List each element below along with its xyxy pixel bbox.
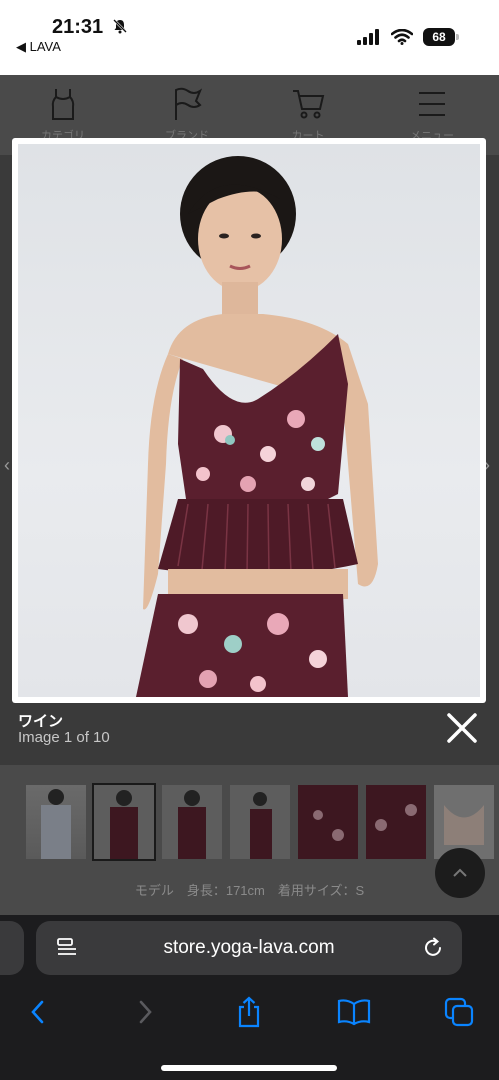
share-button[interactable] [229, 994, 269, 1030]
nav-category[interactable]: カテゴリ [33, 87, 93, 143]
book-icon [337, 999, 371, 1026]
chevron-up-icon [453, 868, 467, 877]
bell-muted-icon [113, 19, 127, 34]
thumbnail-5[interactable] [298, 785, 358, 859]
product-photo[interactable] [18, 144, 480, 697]
flag-icon [175, 87, 202, 120]
tank-top-icon [51, 89, 75, 120]
battery-indicator: 68 [423, 28, 459, 46]
signal-icon [357, 29, 379, 45]
thumbnail-1[interactable] [26, 785, 86, 859]
nav-cart[interactable]: カート [278, 87, 338, 143]
tabs-button[interactable] [439, 994, 479, 1030]
back-button[interactable] [18, 994, 58, 1030]
wifi-icon [391, 29, 413, 45]
previous-tab-preview[interactable] [0, 921, 24, 975]
nav-menu[interactable]: メニュー [402, 87, 462, 143]
thumbnail-image [110, 790, 138, 859]
thumbnail-3[interactable] [162, 785, 222, 859]
thumbnail-image [313, 810, 344, 841]
status-bar: 21:31 ◀ LAVA 68 [0, 0, 499, 75]
thumbnail-4[interactable] [230, 785, 290, 859]
forward-button[interactable] [125, 994, 165, 1030]
share-icon [238, 996, 260, 1028]
thumbnail-image [41, 789, 71, 859]
scroll-to-top-button[interactable] [435, 848, 485, 898]
close-lightbox-button[interactable] [442, 708, 482, 748]
model-size-info: モデル 身長：171cm 着用サイズ：S [134, 883, 365, 898]
thumbnail-strip [26, 783, 494, 861]
safari-bottom-bar: store.yoga-lava.com [0, 915, 499, 1080]
thumbnail-image [375, 804, 417, 831]
address-bar[interactable]: store.yoga-lava.com [36, 921, 462, 975]
close-icon [447, 713, 477, 743]
safari-toolbar [0, 990, 499, 1040]
tabs-icon [444, 997, 474, 1027]
clock: 21:31 [52, 16, 104, 38]
image-caption-title: ワイン [18, 713, 64, 730]
chevron-left-icon [31, 1000, 44, 1024]
lightbox-image-frame [12, 138, 486, 703]
bookmarks-button[interactable] [334, 994, 374, 1030]
thumbnail-2[interactable] [92, 783, 156, 861]
nav-brand[interactable]: ブランド [157, 87, 217, 143]
chevron-right-icon [139, 1000, 152, 1024]
cart-icon [293, 90, 325, 119]
reload-icon[interactable] [422, 937, 444, 959]
prev-image-arrow[interactable]: ‹ [4, 455, 10, 476]
thumbnail-image [250, 792, 272, 859]
url-text: store.yoga-lava.com [163, 937, 335, 958]
thumbnail-image [178, 790, 206, 859]
home-indicator [161, 1065, 337, 1071]
image-counter: Image 1 of 10 [18, 729, 110, 746]
thumbnail-6[interactable] [366, 785, 426, 859]
hamburger-menu-icon [419, 92, 445, 116]
back-to-app-link[interactable]: ◀ LAVA [16, 39, 61, 55]
model-figure [136, 156, 378, 697]
